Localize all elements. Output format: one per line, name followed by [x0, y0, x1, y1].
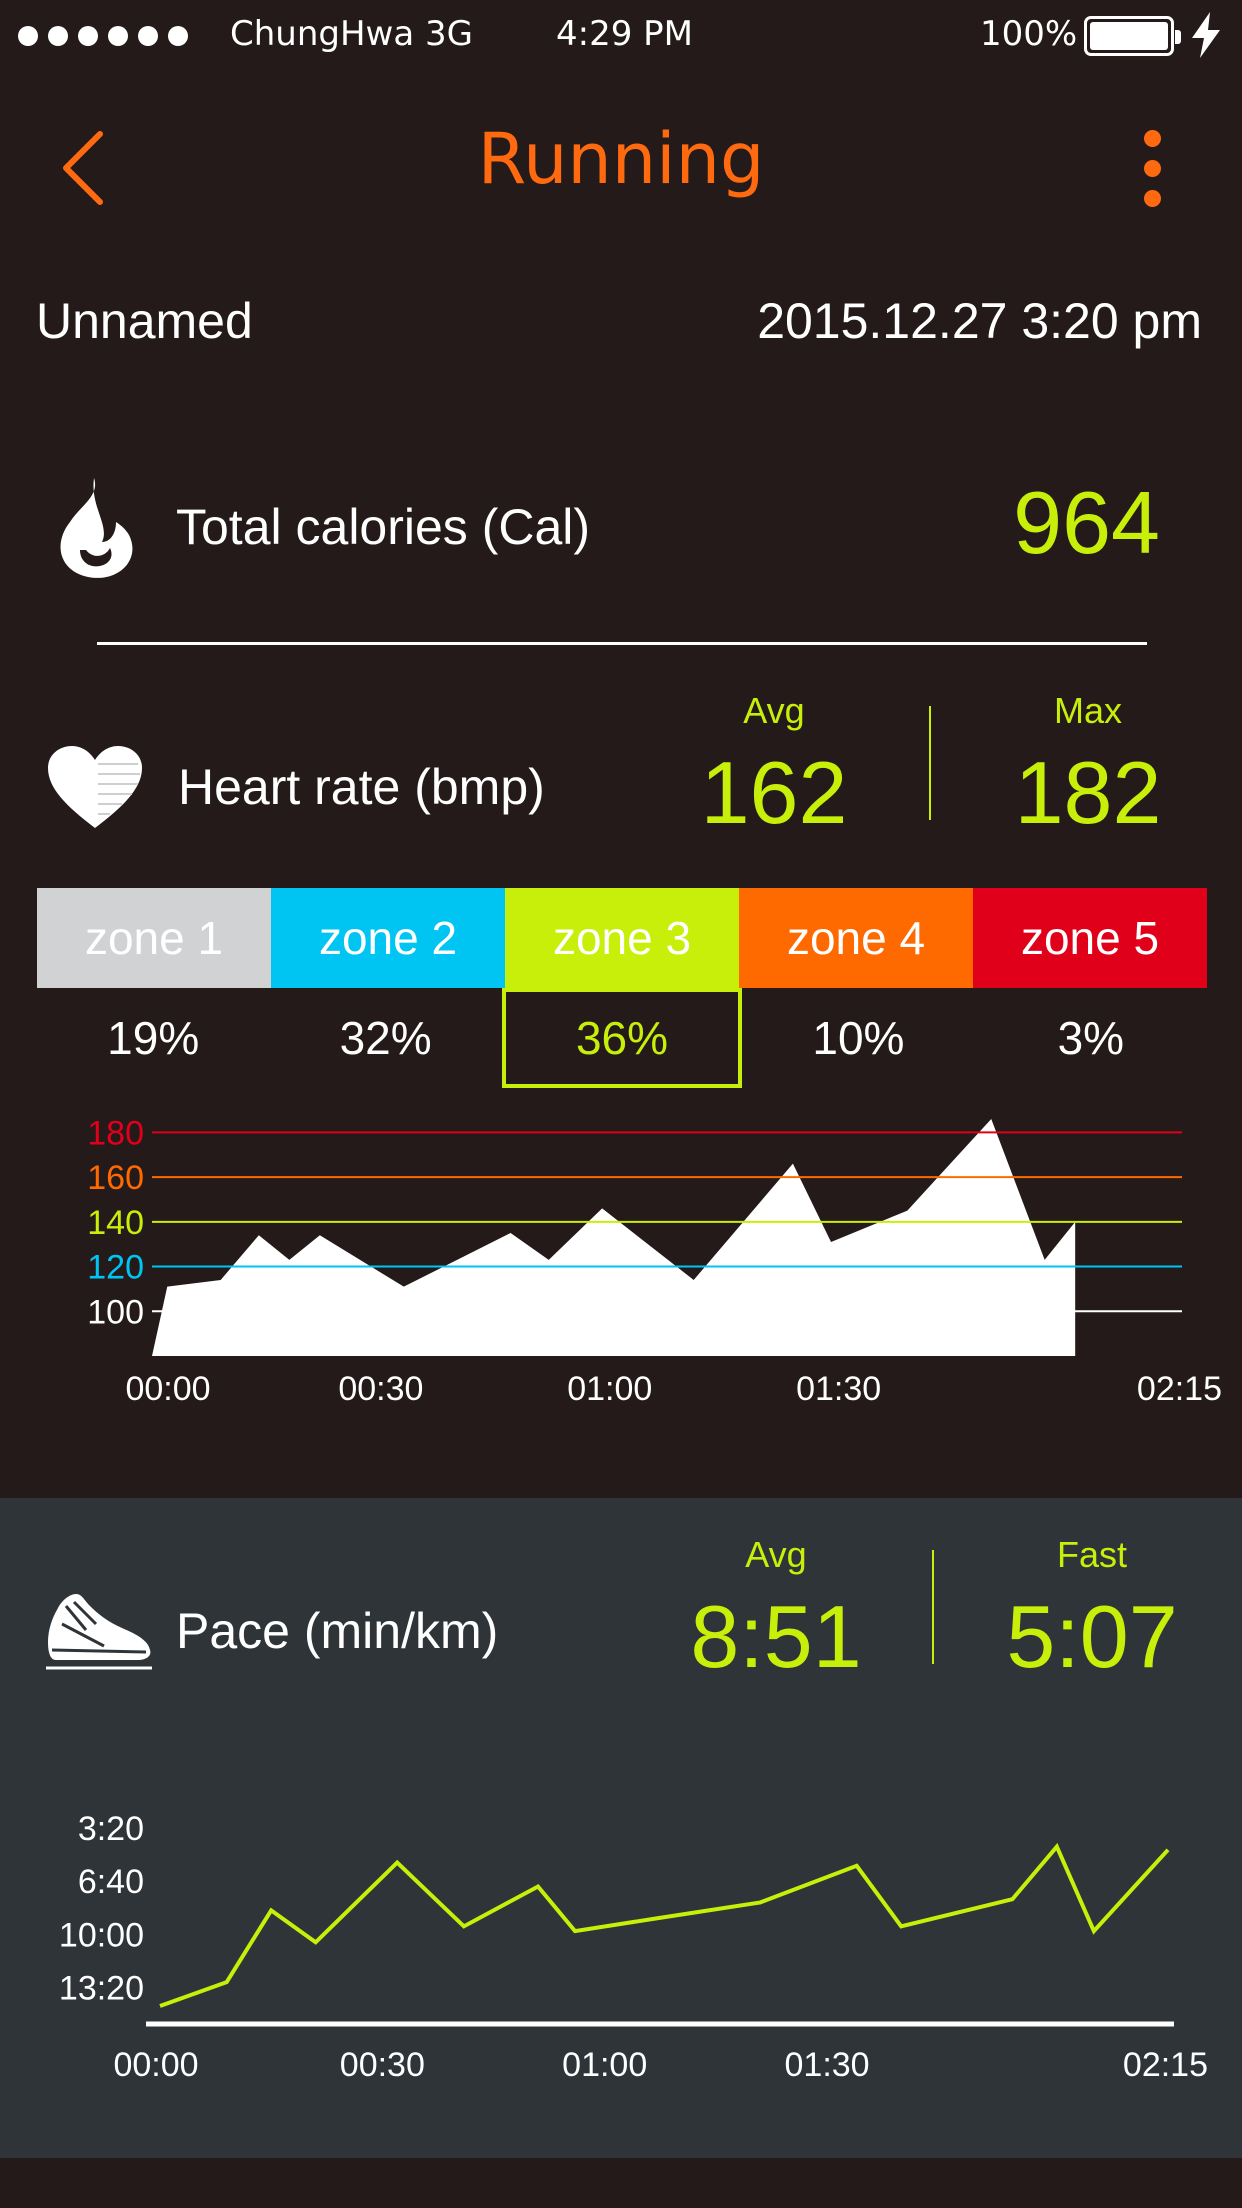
pace-x-tick-label: 00:30 — [340, 2046, 425, 2080]
shoe-icon — [46, 1594, 152, 1670]
calories-label: Total calories (Cal) — [176, 499, 591, 555]
stat-separator — [932, 1550, 934, 1664]
hr-x-tick-label: 02:15 — [1137, 1370, 1222, 1408]
pace-label: Pace (min/km) — [176, 1603, 499, 1659]
stat-separator — [929, 706, 931, 820]
charging-icon — [1192, 12, 1220, 58]
pace-fast-label: Fast — [1056, 1534, 1127, 1575]
zone-1-tab[interactable]: zone 1 — [37, 888, 271, 988]
pace-chart: 3:20 6:40 10:00 13:20 00:00 00:30 01:00 01:30 02… — [59, 1810, 1208, 2080]
hr-x-tick-label: 00:00 — [125, 1370, 210, 1408]
divider — [97, 642, 1147, 645]
workout-name: Unnamed — [36, 293, 253, 349]
hr-y-tick-label: 160 — [87, 1159, 144, 1197]
zone-3-tab[interactable]: zone 3 — [505, 888, 739, 988]
heart-rate-zones: zone 1 zone 2 zone 3 zone 4 zone 5 — [37, 888, 1207, 988]
heart-rate-area — [152, 1118, 1076, 1356]
hr-y-tick-label: 140 — [87, 1204, 144, 1242]
battery-percent: 100% — [980, 14, 1078, 54]
more-options-button[interactable] — [1140, 128, 1170, 210]
status-bar: ChungHwa 3G 4:29 PM 100% — [0, 0, 1242, 72]
zone-2-percent: 32% — [339, 1012, 432, 1064]
pace-y-tick-label: 6:40 — [78, 1863, 144, 1901]
pace-fast-value: 5:07 — [1006, 1587, 1178, 1686]
hr-x-tick-label: 01:00 — [567, 1370, 652, 1408]
hr-y-tick-label: 180 — [87, 1114, 144, 1152]
zone-3-percent: 36% — [501, 988, 743, 1088]
zone-percentages: 19% 32% 36% 10% 3% — [37, 988, 1207, 1088]
status-time: 4:29 PM — [556, 14, 693, 54]
pace-x-tick-label: 00:00 — [113, 2046, 198, 2080]
pace-x-tick-label: 02:15 — [1123, 2046, 1208, 2080]
hr-y-tick-label: 120 — [87, 1249, 144, 1287]
battery-icon — [1084, 16, 1181, 56]
pace-avg-value: 8:51 — [690, 1587, 862, 1686]
pace-line — [159, 1842, 1170, 2008]
carrier-name: ChungHwa 3G — [230, 14, 473, 54]
zone-4-tab[interactable]: zone 4 — [739, 888, 973, 988]
calories-value: 964 — [1013, 473, 1160, 572]
zone-5-percent: 3% — [1057, 1012, 1125, 1064]
pace-y-tick-label: 3:20 — [78, 1810, 144, 1848]
hr-x-tick-label: 01:30 — [796, 1370, 881, 1408]
hr-max-value: 182 — [1014, 743, 1162, 842]
hr-avg-label: Avg — [743, 690, 805, 731]
pace-y-tick-label: 10:00 — [59, 1916, 144, 1954]
page-title: Running — [477, 118, 765, 200]
hr-max-label: Max — [1053, 690, 1122, 731]
zone-5-tab[interactable]: zone 5 — [973, 888, 1207, 988]
hr-y-tick-label: 100 — [87, 1293, 144, 1331]
heart-rate-label: Heart rate (bmp) — [178, 759, 545, 815]
pace-avg-label: Avg — [745, 1534, 807, 1575]
signal-strength-icon — [18, 26, 188, 46]
heart-rate-chart: 100 120 140 160 180 00:00 00:30 01:00 01:30 02:15 — [87, 1114, 1222, 1408]
zone-2-tab[interactable]: zone 2 — [271, 888, 505, 988]
pace-x-tick-label: 01:00 — [562, 2046, 647, 2080]
flame-icon — [60, 478, 133, 578]
workout-datetime: 2015.12.27 3:20 pm — [757, 293, 1202, 349]
zone-4-percent: 10% — [812, 1012, 905, 1064]
zone-1-percent: 19% — [107, 1012, 200, 1064]
hr-x-tick-label: 00:30 — [338, 1370, 423, 1408]
pace-y-tick-label: 13:20 — [59, 1969, 144, 2007]
hr-avg-value: 162 — [700, 743, 848, 842]
heart-icon — [48, 746, 142, 828]
pace-x-tick-label: 01:30 — [785, 2046, 870, 2080]
